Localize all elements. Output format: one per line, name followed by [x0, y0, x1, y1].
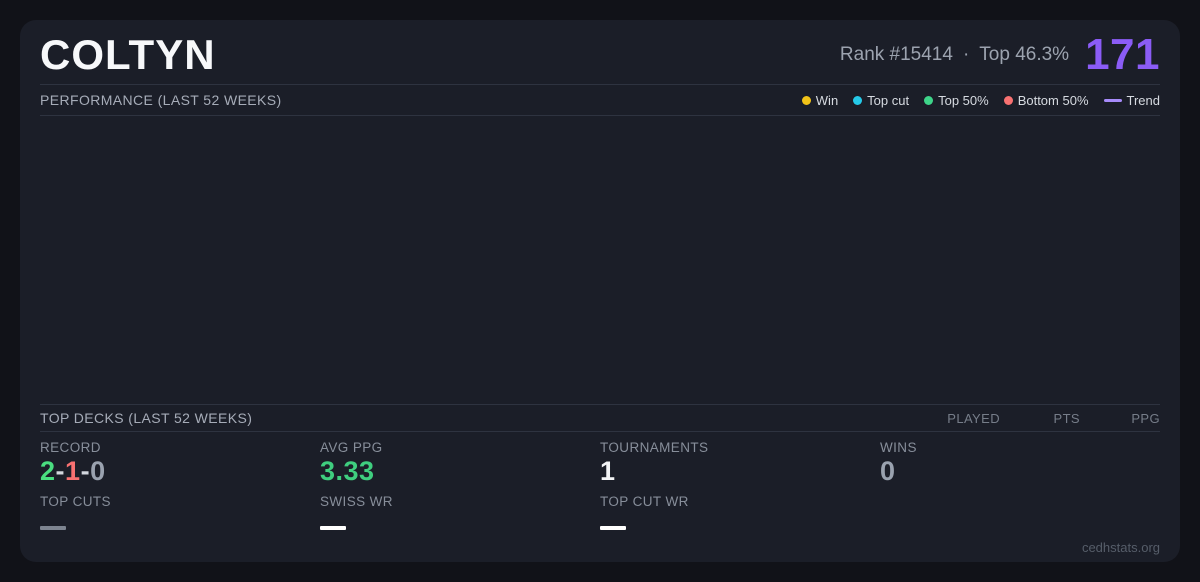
top-50-dot-icon — [924, 95, 934, 105]
player-name: COLTYN — [40, 31, 216, 78]
chart-legend: Win Top cut Top 50% Bottom 50% Trend — [801, 92, 1160, 108]
top-decks-title: TOP DECKS (LAST 52 WEEKS) — [40, 410, 253, 426]
record-losses: 1 — [65, 456, 81, 486]
top-cut-wr-empty-dash — [600, 525, 626, 530]
rank-number: Rank #15414 — [839, 43, 953, 65]
record-sep: - — [55, 456, 66, 486]
legend-item-win: Win — [801, 92, 839, 108]
site-watermark[interactable]: cedhstats.org — [1082, 540, 1160, 555]
wins-label: WINS — [880, 440, 917, 455]
card-header: COLTYN Rank #15414 · Top 46.3% 171 — [20, 20, 1180, 84]
legend-label: Win — [815, 92, 839, 108]
player-stats-card: COLTYN Rank #15414 · Top 46.3% 171 PERFO… — [20, 20, 1180, 562]
legend-item-top-cut: Top cut — [853, 93, 909, 108]
column-pts: PTS — [1053, 410, 1080, 426]
points-value: 171 — [1085, 30, 1160, 80]
legend-label: Trend — [1126, 92, 1160, 108]
record-value: 2-1-0 — [40, 456, 320, 487]
tournaments-value: 1 — [600, 456, 616, 486]
performance-section-header: PERFORMANCE (LAST 52 WEEKS) Win Top cut … — [20, 85, 1180, 115]
top-decks-header: TOP DECKS (LAST 52 WEEKS) PLAYED PTS PPG — [20, 405, 1180, 431]
column-ppg: PPG — [1131, 410, 1160, 426]
tournaments-label: TOURNAMENTS — [600, 440, 709, 455]
wins-value: 0 — [880, 456, 896, 486]
swiss-wr-label: SWISS WR — [320, 493, 393, 509]
swiss-wr-empty-dash — [320, 525, 346, 530]
top-percent: Top 46.3% — [979, 43, 1070, 65]
top-decks-columns: PLAYED PTS PPG — [920, 411, 1160, 426]
top-cuts-label: TOP CUTS — [40, 493, 111, 509]
legend-item-bottom-50: Bottom 50% — [1003, 92, 1089, 108]
stat-avg-ppg: AVG PPG 3.33 SWISS WR — [320, 440, 600, 562]
legend-label: Top cut — [867, 92, 910, 108]
legend-label: Top 50% — [938, 92, 989, 108]
top-cut-dot-icon — [853, 95, 863, 105]
performance-chart — [20, 116, 1180, 404]
record-wins: 2 — [40, 456, 56, 486]
rank-text: Rank #15414 · Top 46.3% — [840, 44, 1069, 66]
top-cuts-empty-dash — [40, 525, 66, 530]
rank-summary: Rank #15414 · Top 46.3% 171 — [840, 30, 1160, 80]
legend-item-trend: Trend — [1103, 92, 1160, 108]
performance-title: PERFORMANCE (LAST 52 WEEKS) — [40, 92, 282, 108]
column-played: PLAYED — [947, 410, 1000, 426]
legend-label: Bottom 50% — [1017, 92, 1089, 108]
dot-separator: · — [962, 43, 970, 65]
stat-record: RECORD 2-1-0 TOP CUTS — [40, 440, 320, 562]
top-cut-wr-label: TOP CUT WR — [600, 493, 689, 509]
legend-item-top-50: Top 50% — [924, 93, 989, 108]
bottom-50-dot-icon — [1003, 95, 1013, 105]
record-draws: 0 — [90, 456, 106, 486]
summary-stats-grid: RECORD 2-1-0 TOP CUTS AVG PPG 3.33 SWISS… — [20, 432, 1180, 562]
trend-line-icon — [1103, 98, 1122, 102]
stat-tournaments: TOURNAMENTS 1 TOP CUT WR — [600, 440, 880, 562]
avg-ppg-label: AVG PPG — [320, 440, 383, 455]
win-dot-icon — [801, 95, 811, 105]
record-label: RECORD — [40, 440, 101, 455]
avg-ppg-value: 3.33 — [320, 456, 375, 486]
record-sep: - — [80, 456, 91, 486]
